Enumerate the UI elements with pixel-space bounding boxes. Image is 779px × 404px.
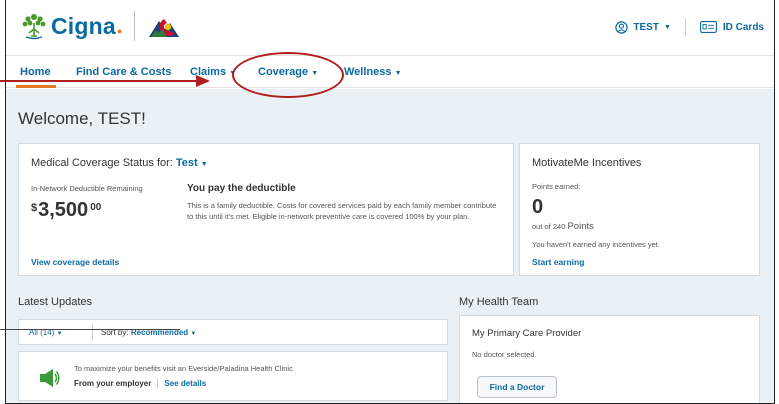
screenshot-frame xyxy=(5,0,775,404)
